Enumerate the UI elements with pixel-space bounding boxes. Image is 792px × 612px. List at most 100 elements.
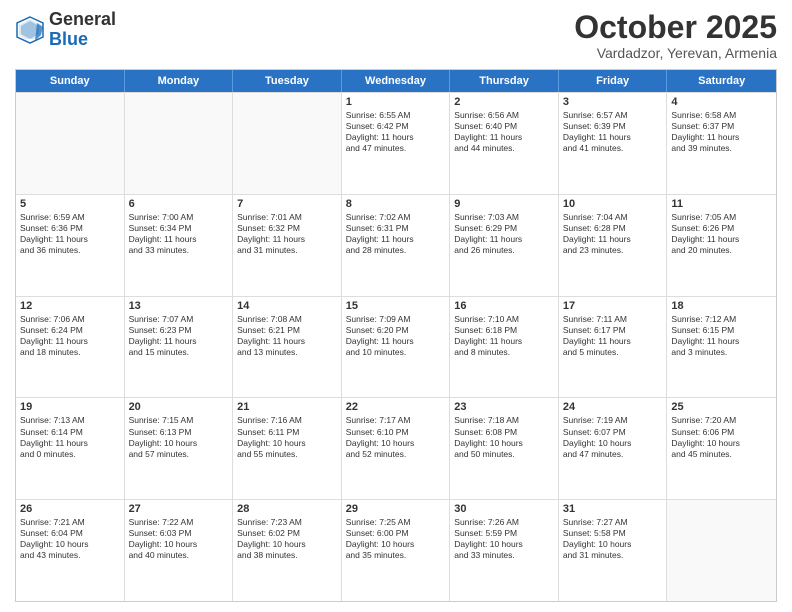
- day-number: 9: [454, 198, 554, 210]
- page: General Blue October 2025 Vardadzor, Yer…: [0, 0, 792, 612]
- day-info: Sunrise: 7:27 AM Sunset: 5:58 PM Dayligh…: [563, 517, 663, 561]
- calendar-cell: 15 Sunrise: 7:09 AM Sunset: 6:20 PM Dayli…: [342, 297, 451, 398]
- day-number: 31: [563, 503, 663, 515]
- day-number: 18: [671, 300, 772, 312]
- calendar-cell: 8 Sunrise: 7:02 AM Sunset: 6:31 PM Daylig…: [342, 195, 451, 296]
- day-info: Sunrise: 7:23 AM Sunset: 6:02 PM Dayligh…: [237, 517, 337, 561]
- day-number: 5: [20, 198, 120, 210]
- day-number: 28: [237, 503, 337, 515]
- calendar-cell: 30 Sunrise: 7:26 AM Sunset: 5:59 PM Dayli…: [450, 500, 559, 601]
- day-info: Sunrise: 7:08 AM Sunset: 6:21 PM Dayligh…: [237, 314, 337, 358]
- day-info: Sunrise: 7:01 AM Sunset: 6:32 PM Dayligh…: [237, 212, 337, 256]
- calendar-row: 26Sunrise: 7:21 AM Sunset: 6:04 PM Dayli…: [16, 499, 776, 601]
- day-info: Sunrise: 7:25 AM Sunset: 6:00 PM Dayligh…: [346, 517, 446, 561]
- title-block: October 2025 Vardadzor, Yerevan, Armenia: [574, 10, 777, 61]
- day-info: Sunrise: 7:26 AM Sunset: 5:59 PM Dayligh…: [454, 517, 554, 561]
- logo-blue-text: Blue: [49, 30, 116, 50]
- day-info: Sunrise: 7:03 AM Sunset: 6:29 PM Dayligh…: [454, 212, 554, 256]
- day-number: 27: [129, 503, 229, 515]
- logo-text: General Blue: [49, 10, 116, 50]
- calendar-cell: 27Sunrise: 7:22 AM Sunset: 6:03 PM Dayli…: [125, 500, 234, 601]
- day-info: Sunrise: 7:04 AM Sunset: 6:28 PM Dayligh…: [563, 212, 663, 256]
- day-number: 19: [20, 401, 120, 413]
- day-info: Sunrise: 7:13 AM Sunset: 6:14 PM Dayligh…: [20, 415, 120, 459]
- calendar-cell: 5 Sunrise: 6:59 AM Sunset: 6:36 PM Daylig…: [16, 195, 125, 296]
- day-info: Sunrise: 7:15 AM Sunset: 6:13 PM Dayligh…: [129, 415, 229, 459]
- day-number: 14: [237, 300, 337, 312]
- calendar-cell: 11 Sunrise: 7:05 AM Sunset: 6:26 PM Dayli…: [667, 195, 776, 296]
- calendar-cell: 1 Sunrise: 6:55 AM Sunset: 6:42 PM Daylig…: [342, 93, 451, 194]
- day-number: 17: [563, 300, 663, 312]
- calendar-cell: 31 Sunrise: 7:27 AM Sunset: 5:58 PM Dayli…: [559, 500, 668, 601]
- month-title: October 2025: [574, 10, 777, 45]
- day-info: Sunrise: 6:57 AM Sunset: 6:39 PM Dayligh…: [563, 110, 663, 154]
- day-info: Sunrise: 7:20 AM Sunset: 6:06 PM Dayligh…: [671, 415, 772, 459]
- day-number: 26: [20, 503, 120, 515]
- day-number: 2: [454, 96, 554, 108]
- calendar-cell: 18Sunrise: 7:12 AM Sunset: 6:15 PM Dayli…: [667, 297, 776, 398]
- day-info: Sunrise: 7:02 AM Sunset: 6:31 PM Dayligh…: [346, 212, 446, 256]
- weekday-header: Thursday: [450, 70, 559, 92]
- calendar-cell: [125, 93, 234, 194]
- day-number: 6: [129, 198, 229, 210]
- day-info: Sunrise: 6:59 AM Sunset: 6:36 PM Dayligh…: [20, 212, 120, 256]
- weekday-header: Saturday: [667, 70, 776, 92]
- weekday-header: Monday: [125, 70, 234, 92]
- calendar-cell: 23Sunrise: 7:18 AM Sunset: 6:08 PM Dayli…: [450, 398, 559, 499]
- calendar-cell: 3Sunrise: 6:57 AM Sunset: 6:39 PM Daylig…: [559, 93, 668, 194]
- header: General Blue October 2025 Vardadzor, Yer…: [15, 10, 777, 61]
- calendar-cell: 12Sunrise: 7:06 AM Sunset: 6:24 PM Dayli…: [16, 297, 125, 398]
- logo-general-text: General: [49, 10, 116, 30]
- day-info: Sunrise: 7:19 AM Sunset: 6:07 PM Dayligh…: [563, 415, 663, 459]
- weekday-header: Sunday: [16, 70, 125, 92]
- calendar-cell: 9 Sunrise: 7:03 AM Sunset: 6:29 PM Daylig…: [450, 195, 559, 296]
- day-info: Sunrise: 7:00 AM Sunset: 6:34 PM Dayligh…: [129, 212, 229, 256]
- day-number: 23: [454, 401, 554, 413]
- day-info: Sunrise: 7:11 AM Sunset: 6:17 PM Dayligh…: [563, 314, 663, 358]
- day-number: 1: [346, 96, 446, 108]
- day-number: 21: [237, 401, 337, 413]
- location: Vardadzor, Yerevan, Armenia: [574, 45, 777, 61]
- day-info: Sunrise: 7:09 AM Sunset: 6:20 PM Dayligh…: [346, 314, 446, 358]
- calendar-cell: 22Sunrise: 7:17 AM Sunset: 6:10 PM Dayli…: [342, 398, 451, 499]
- calendar-cell: 28 Sunrise: 7:23 AM Sunset: 6:02 PM Dayli…: [233, 500, 342, 601]
- day-number: 30: [454, 503, 554, 515]
- calendar-cell: 2 Sunrise: 6:56 AM Sunset: 6:40 PM Daylig…: [450, 93, 559, 194]
- calendar-cell: 21 Sunrise: 7:16 AM Sunset: 6:11 PM Dayli…: [233, 398, 342, 499]
- calendar-cell: [667, 500, 776, 601]
- day-number: 8: [346, 198, 446, 210]
- day-info: Sunrise: 6:58 AM Sunset: 6:37 PM Dayligh…: [671, 110, 772, 154]
- day-number: 7: [237, 198, 337, 210]
- calendar-row: 5 Sunrise: 6:59 AM Sunset: 6:36 PM Daylig…: [16, 194, 776, 296]
- weekday-header: Tuesday: [233, 70, 342, 92]
- calendar-cell: 26Sunrise: 7:21 AM Sunset: 6:04 PM Dayli…: [16, 500, 125, 601]
- day-info: Sunrise: 6:55 AM Sunset: 6:42 PM Dayligh…: [346, 110, 446, 154]
- calendar-cell: 16Sunrise: 7:10 AM Sunset: 6:18 PM Dayli…: [450, 297, 559, 398]
- calendar-cell: 14 Sunrise: 7:08 AM Sunset: 6:21 PM Dayli…: [233, 297, 342, 398]
- day-number: 10: [563, 198, 663, 210]
- weekday-header: Wednesday: [342, 70, 451, 92]
- day-info: Sunrise: 6:56 AM Sunset: 6:40 PM Dayligh…: [454, 110, 554, 154]
- calendar-row: 12Sunrise: 7:06 AM Sunset: 6:24 PM Dayli…: [16, 296, 776, 398]
- day-number: 13: [129, 300, 229, 312]
- day-number: 15: [346, 300, 446, 312]
- calendar-cell: 19 Sunrise: 7:13 AM Sunset: 6:14 PM Dayli…: [16, 398, 125, 499]
- calendar-cell: 24Sunrise: 7:19 AM Sunset: 6:07 PM Dayli…: [559, 398, 668, 499]
- weekday-header: Friday: [559, 70, 668, 92]
- calendar-cell: 13 Sunrise: 7:07 AM Sunset: 6:23 PM Dayli…: [125, 297, 234, 398]
- logo-icon: [15, 15, 45, 45]
- calendar-body: 1 Sunrise: 6:55 AM Sunset: 6:42 PM Daylig…: [16, 92, 776, 601]
- day-number: 11: [671, 198, 772, 210]
- day-number: 12: [20, 300, 120, 312]
- calendar-cell: 20 Sunrise: 7:15 AM Sunset: 6:13 PM Dayli…: [125, 398, 234, 499]
- calendar-row: 19 Sunrise: 7:13 AM Sunset: 6:14 PM Dayli…: [16, 397, 776, 499]
- day-info: Sunrise: 7:07 AM Sunset: 6:23 PM Dayligh…: [129, 314, 229, 358]
- day-number: 16: [454, 300, 554, 312]
- day-number: 25: [671, 401, 772, 413]
- calendar-cell: 6 Sunrise: 7:00 AM Sunset: 6:34 PM Daylig…: [125, 195, 234, 296]
- day-info: Sunrise: 7:05 AM Sunset: 6:26 PM Dayligh…: [671, 212, 772, 256]
- day-number: 29: [346, 503, 446, 515]
- day-info: Sunrise: 7:16 AM Sunset: 6:11 PM Dayligh…: [237, 415, 337, 459]
- calendar: SundayMondayTuesdayWednesdayThursdayFrid…: [15, 69, 777, 602]
- day-number: 20: [129, 401, 229, 413]
